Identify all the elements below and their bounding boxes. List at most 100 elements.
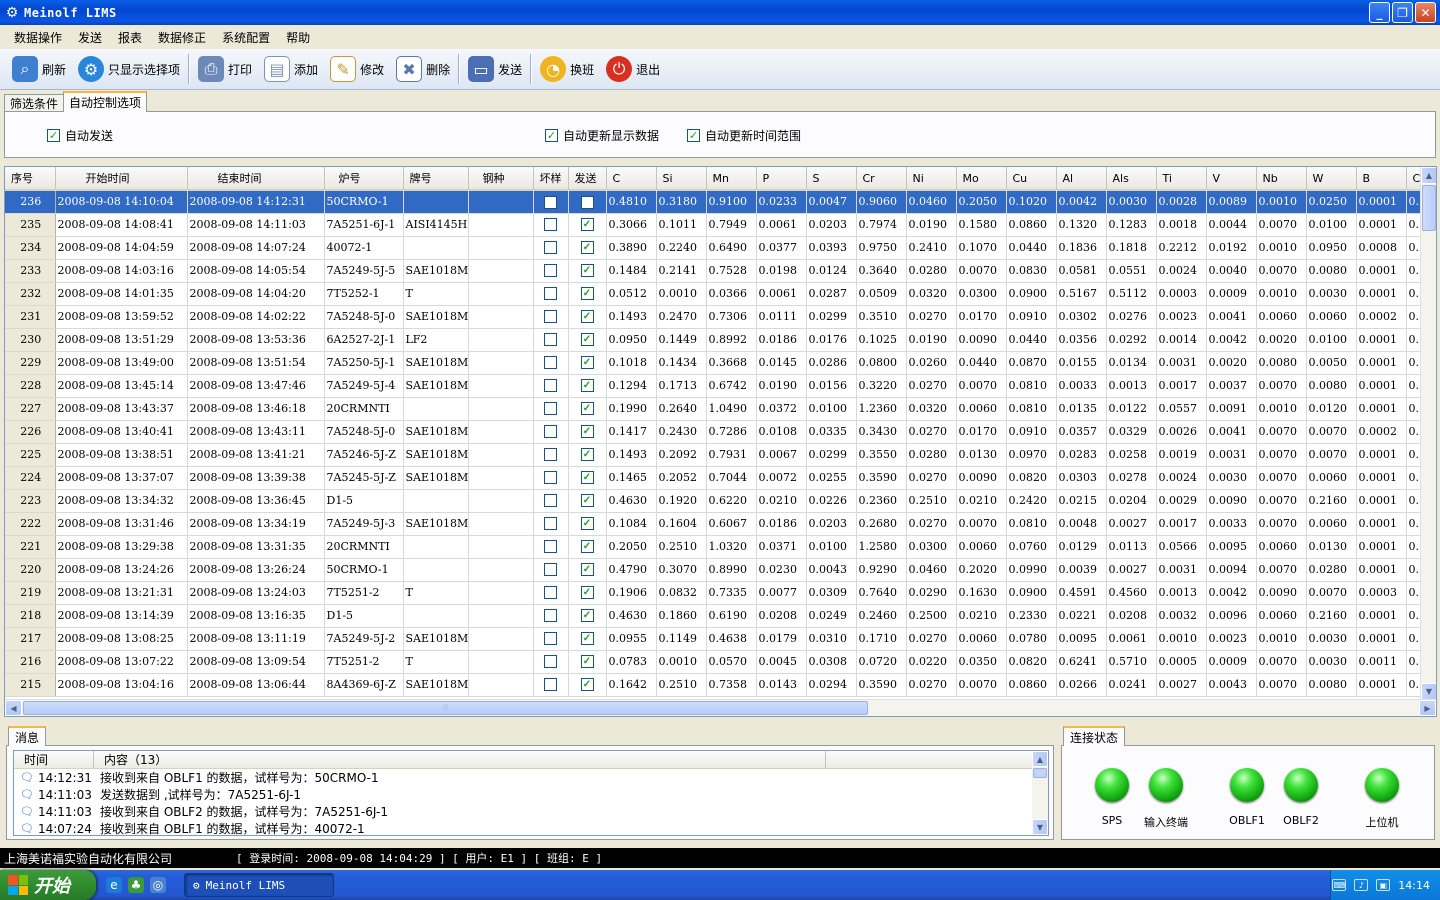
table-cell[interactable] — [468, 558, 534, 582]
table-cell[interactable]: 0.0100 — [1306, 213, 1357, 237]
table-cell[interactable] — [468, 535, 534, 559]
table-cell[interactable]: 0.0900 — [1006, 282, 1057, 306]
table-cell[interactable]: 1.0320 — [706, 535, 757, 559]
table-cell[interactable]: ✓ — [568, 604, 607, 628]
table-cell[interactable]: 0.0111 — [756, 305, 807, 329]
table-cell[interactable]: 0.0010 — [1156, 627, 1207, 651]
table-cell[interactable]: 0.0003 — [1356, 581, 1407, 605]
table-cell[interactable]: 0.0832 — [656, 581, 707, 605]
table-cell[interactable]: 0.0001 — [1356, 282, 1407, 306]
table-cell[interactable]: 0.0270 — [906, 374, 957, 398]
table-cell[interactable] — [533, 512, 569, 536]
table-cell[interactable]: 0.0266 — [1056, 673, 1107, 697]
table-cell[interactable]: 0.6241 — [1056, 650, 1107, 674]
table-cell[interactable]: 1.2580 — [856, 535, 907, 559]
table-cell[interactable]: 0.1011 — [656, 213, 707, 237]
table-cell[interactable] — [533, 305, 569, 329]
table-cell[interactable]: 2008-09-08 13:40:41 — [55, 420, 188, 444]
table-cell[interactable]: 0.0186 — [756, 328, 807, 352]
table-cell[interactable]: 2008-09-08 13:34:32 — [55, 489, 188, 513]
table-cell[interactable]: 7T5251-2 — [324, 650, 404, 674]
table-cell[interactable] — [468, 397, 534, 421]
table-row[interactable]: 227 2008-09-08 13:43:37 2008-09-08 13:46:1… — [5, 397, 1436, 421]
table-cell[interactable]: 0.0170 — [956, 420, 1007, 444]
table-cell[interactable]: 0.0210 — [956, 489, 1007, 513]
table-cell[interactable]: 0.0192 — [1206, 236, 1257, 260]
table-cell[interactable]: 0.0287 — [806, 282, 857, 306]
table-cell[interactable]: 0.0810 — [1006, 512, 1057, 536]
table-cell[interactable]: 0.0070 — [956, 512, 1007, 536]
table-cell[interactable]: 0.0061 — [1106, 627, 1157, 651]
table-cell[interactable]: 0.0001 — [1356, 374, 1407, 398]
table-cell[interactable]: 0.1493 — [606, 443, 657, 467]
sent-checkbox[interactable]: ✓ — [580, 471, 594, 485]
show-selected-button[interactable]: ⚙ 只显示选择项 — [72, 51, 186, 87]
table-cell[interactable] — [533, 259, 569, 283]
table-row[interactable]: 230 2008-09-08 13:51:29 2008-09-08 13:53:3… — [5, 328, 1436, 352]
table-cell[interactable]: 0.0290 — [906, 581, 957, 605]
sent-checkbox[interactable]: ✓ — [580, 264, 594, 278]
table-cell[interactable]: 0.0130 — [1306, 535, 1357, 559]
table-cell[interactable]: 236 — [5, 190, 56, 214]
table-cell[interactable]: 0.6220 — [706, 489, 757, 513]
table-cell[interactable]: 0.0309 — [806, 581, 857, 605]
table-cell[interactable]: 0.0061 — [756, 213, 807, 237]
table-cell[interactable]: 0.3668 — [706, 351, 757, 375]
table-cell[interactable]: 0.5710 — [1106, 650, 1157, 674]
table-cell[interactable]: 2008-09-08 13:09:54 — [187, 650, 325, 674]
table-cell[interactable]: 0.0090 — [956, 328, 1007, 352]
table-cell[interactable]: ✓ — [568, 443, 607, 467]
table-cell[interactable]: 0.0013 — [1106, 374, 1157, 398]
table-cell[interactable] — [533, 328, 569, 352]
column-header[interactable]: Mn — [706, 167, 757, 191]
sent-checkbox[interactable]: ✓ — [580, 609, 594, 623]
table-cell[interactable] — [468, 328, 534, 352]
table-cell[interactable]: 0.0955 — [606, 627, 657, 651]
table-cell[interactable]: 0.0060 — [1306, 512, 1357, 536]
table-cell[interactable]: 0.3066 — [606, 213, 657, 237]
table-cell[interactable] — [468, 282, 534, 306]
sent-checkbox[interactable]: ✓ — [580, 356, 594, 370]
table-cell[interactable]: 0.0460 — [906, 190, 957, 214]
table-cell[interactable]: 0.0308 — [806, 650, 857, 674]
table-row[interactable]: 215 2008-09-08 13:04:16 2008-09-08 13:06:4… — [5, 673, 1436, 697]
table-cell[interactable]: 0.0070 — [956, 374, 1007, 398]
table-cell[interactable]: 50CRMO-1 — [324, 558, 404, 582]
table-cell[interactable]: 0.0001 — [1356, 190, 1407, 214]
table-cell[interactable]: 0.0030 — [1306, 282, 1357, 306]
table-cell[interactable]: 0.0094 — [1206, 558, 1257, 582]
bad-sample-checkbox[interactable] — [544, 494, 557, 508]
table-cell[interactable]: 0.0060 — [1256, 604, 1307, 628]
table-cell[interactable]: 2008-09-08 13:07:22 — [55, 650, 188, 674]
table-cell[interactable]: 0.0070 — [1256, 374, 1307, 398]
table-cell[interactable]: 0.1920 — [656, 489, 707, 513]
sent-checkbox[interactable]: ✓ — [580, 678, 594, 692]
table-cell[interactable]: 0.0900 — [1006, 581, 1057, 605]
table-cell[interactable]: 0.0320 — [906, 397, 957, 421]
table-cell[interactable]: 0.0310 — [806, 627, 857, 651]
table-row[interactable]: 226 2008-09-08 13:40:41 2008-09-08 13:43:1… — [5, 420, 1436, 444]
table-cell[interactable]: 0.0190 — [906, 328, 957, 352]
sent-checkbox[interactable]: ✓ — [580, 494, 594, 508]
table-cell[interactable]: 0.0030 — [1106, 190, 1157, 214]
table-cell[interactable]: 0.3180 — [656, 190, 707, 214]
table-cell[interactable] — [403, 236, 469, 260]
table-cell[interactable]: 0.0011 — [1356, 650, 1407, 674]
table-cell[interactable]: 0.0113 — [1106, 535, 1157, 559]
sent-checkbox[interactable]: ✓ — [580, 287, 594, 301]
table-cell[interactable]: 0.0033 — [1056, 374, 1107, 398]
column-header[interactable]: Nb — [1256, 167, 1307, 191]
table-cell[interactable]: 0.0970 — [1006, 443, 1057, 467]
table-cell[interactable]: 0.0001 — [1356, 397, 1407, 421]
table-cell[interactable]: SAE1018M — [403, 512, 469, 536]
table-cell[interactable]: 0.0001 — [1356, 466, 1407, 490]
table-cell[interactable]: 0.1818 — [1106, 236, 1157, 260]
table-cell[interactable]: 0.0077 — [756, 581, 807, 605]
table-cell[interactable] — [533, 236, 569, 260]
table-cell[interactable]: 0.0280 — [906, 259, 957, 283]
table-cell[interactable]: 0.0860 — [1006, 213, 1057, 237]
table-cell[interactable]: 234 — [5, 236, 56, 260]
table-cell[interactable]: 0.4810 — [606, 190, 657, 214]
table-row[interactable]: 221 2008-09-08 13:29:38 2008-09-08 13:31:3… — [5, 535, 1436, 559]
table-cell[interactable]: 0.0155 — [1056, 351, 1107, 375]
